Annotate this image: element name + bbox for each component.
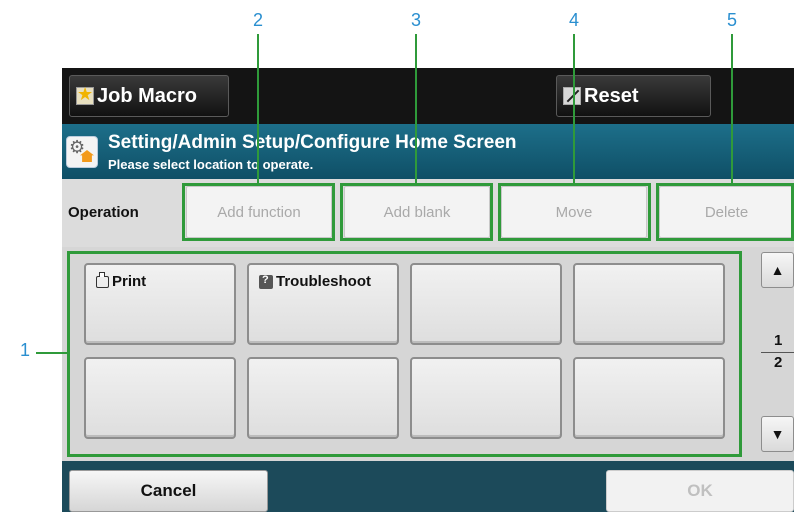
settings-home-icon: ⚙	[66, 136, 98, 168]
callout-number-1: 1	[20, 340, 31, 360]
page-subtitle: Please select location to operate.	[108, 157, 314, 172]
callout-number-4: 4	[569, 10, 580, 30]
title-bar: ⚙ Setting/Admin Setup/Configure Home Scr…	[62, 124, 794, 179]
page-divider	[761, 352, 794, 353]
highlight-box-add-function	[182, 183, 335, 241]
page-title: Setting/Admin Setup/Configure Home Scree…	[108, 132, 517, 153]
callout-line-3	[415, 34, 417, 184]
reset-icon	[563, 87, 581, 105]
callout-number-2: 2	[253, 10, 264, 30]
scroll-up-button[interactable]: ▲	[761, 252, 794, 288]
callout-line-1	[36, 352, 68, 354]
operation-label: Operation	[68, 204, 139, 221]
reset-button[interactable]: Reset	[556, 75, 711, 117]
job-macro-button[interactable]: Job Macro	[69, 75, 229, 117]
ok-button[interactable]: OK	[606, 470, 794, 512]
cancel-button[interactable]: Cancel	[69, 470, 268, 512]
callout-line-2	[257, 34, 259, 184]
reset-label: Reset	[584, 84, 639, 107]
callout-line-5	[731, 34, 733, 184]
page-total: 2	[774, 354, 783, 371]
page-current: 1	[774, 332, 783, 349]
scroll-down-button[interactable]: ▼	[761, 416, 794, 452]
highlight-box-delete	[656, 183, 794, 241]
highlight-box-add-blank	[340, 183, 493, 241]
job-macro-label: Job Macro	[97, 84, 198, 107]
star-icon	[76, 84, 94, 105]
callout-number-3: 3	[411, 10, 422, 30]
highlight-box-move	[498, 183, 651, 241]
callout-line-4	[573, 34, 575, 184]
callout-number-5: 5	[727, 10, 738, 30]
highlight-box-grid	[67, 251, 742, 457]
